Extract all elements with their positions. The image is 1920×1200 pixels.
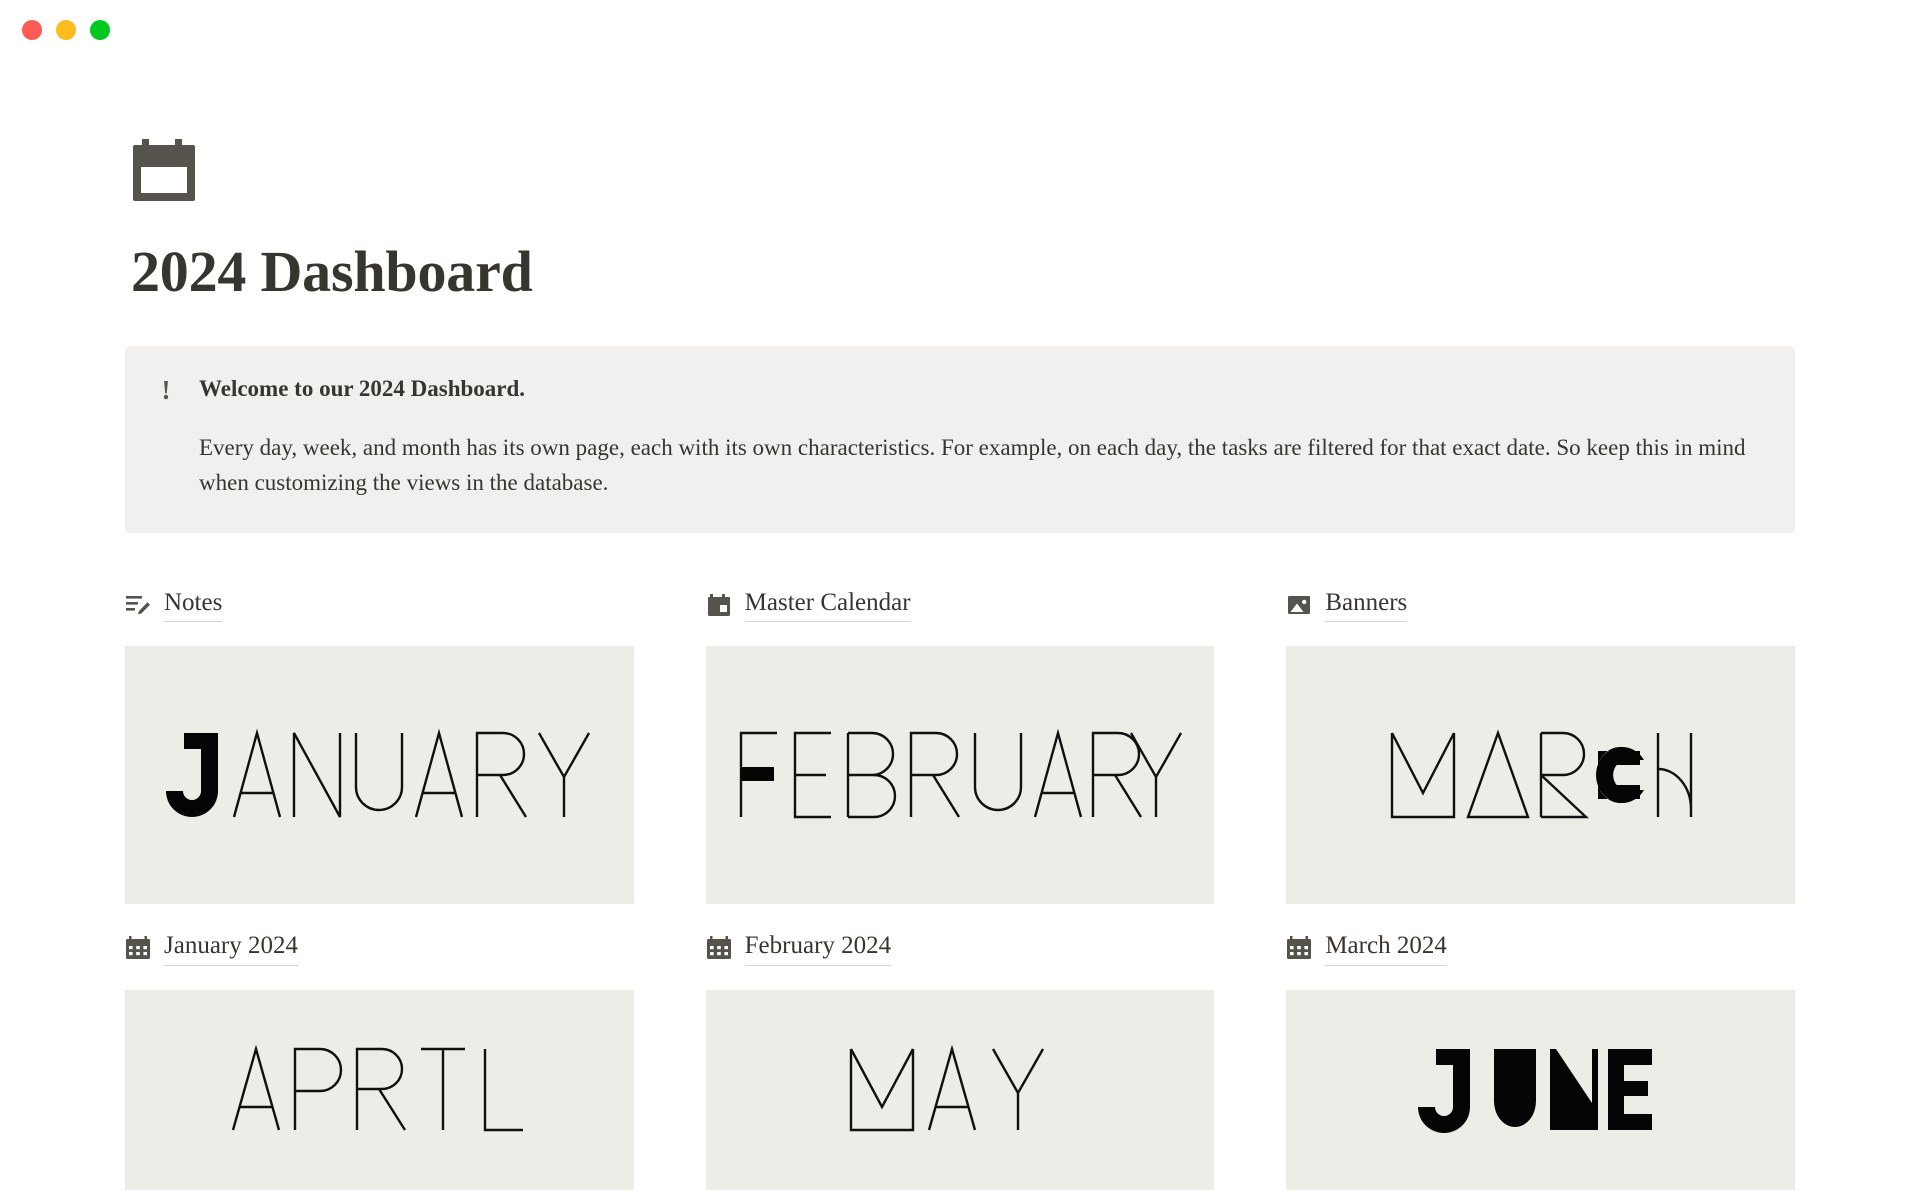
page-body: 2024 Dashboard ! Welcome to our 2024 Das…	[0, 60, 1920, 1190]
callout-text: Every day, week, and month has its own p…	[199, 435, 1746, 496]
callout-body: Welcome to our 2024 Dashboard. Every day…	[199, 372, 1755, 501]
banner-june[interactable]	[1286, 989, 1795, 1190]
window-maximize-button[interactable]	[90, 20, 110, 40]
dashboard-grid: Notes January 2024 Master Calendar Febru…	[125, 587, 1795, 1190]
page-link-master-calendar[interactable]: Master Calendar	[706, 587, 911, 623]
banner-january[interactable]	[125, 646, 634, 905]
page-link-banners[interactable]: Banners	[1286, 587, 1408, 623]
banner-march[interactable]	[1286, 646, 1795, 905]
column-master-calendar: Master Calendar February 2024	[705, 587, 1215, 1190]
calendar-grid-icon	[1286, 935, 1312, 961]
page-link-february-2024[interactable]: February 2024	[706, 930, 892, 966]
page-link-label: March 2024	[1325, 930, 1447, 966]
welcome-callout: ! Welcome to our 2024 Dashboard. Every d…	[125, 345, 1795, 534]
page-link-january-2024[interactable]: January 2024	[125, 930, 298, 966]
page-link-label: Master Calendar	[744, 587, 911, 623]
calendar-grid-icon	[706, 935, 732, 961]
window-close-button[interactable]	[22, 20, 42, 40]
page-link-label: Banners	[1325, 587, 1408, 623]
column-notes: Notes January 2024	[125, 587, 634, 1190]
image-icon	[1286, 592, 1312, 618]
page-link-notes[interactable]: Notes	[125, 587, 223, 623]
banner-february[interactable]	[705, 646, 1215, 905]
page-title: 2024 Dashboard	[131, 239, 533, 304]
notes-edit-icon	[125, 592, 151, 618]
window-titlebar	[0, 0, 1920, 60]
window-minimize-button[interactable]	[56, 20, 76, 40]
calendar-icon[interactable]	[131, 132, 207, 208]
page-link-march-2024[interactable]: March 2024	[1286, 930, 1447, 966]
calendar-grid-icon	[125, 935, 151, 961]
page-link-label: February 2024	[744, 930, 892, 966]
banner-may[interactable]	[705, 989, 1215, 1190]
exclamation-icon: !	[161, 374, 171, 405]
page-link-label: Notes	[164, 587, 223, 623]
calendar-small-icon	[706, 592, 732, 618]
banner-april[interactable]	[125, 989, 634, 1190]
page-link-label: January 2024	[164, 930, 298, 966]
callout-heading: Welcome to our 2024 Dashboard.	[199, 375, 526, 401]
column-banners: Banners March 2024	[1286, 587, 1795, 1190]
